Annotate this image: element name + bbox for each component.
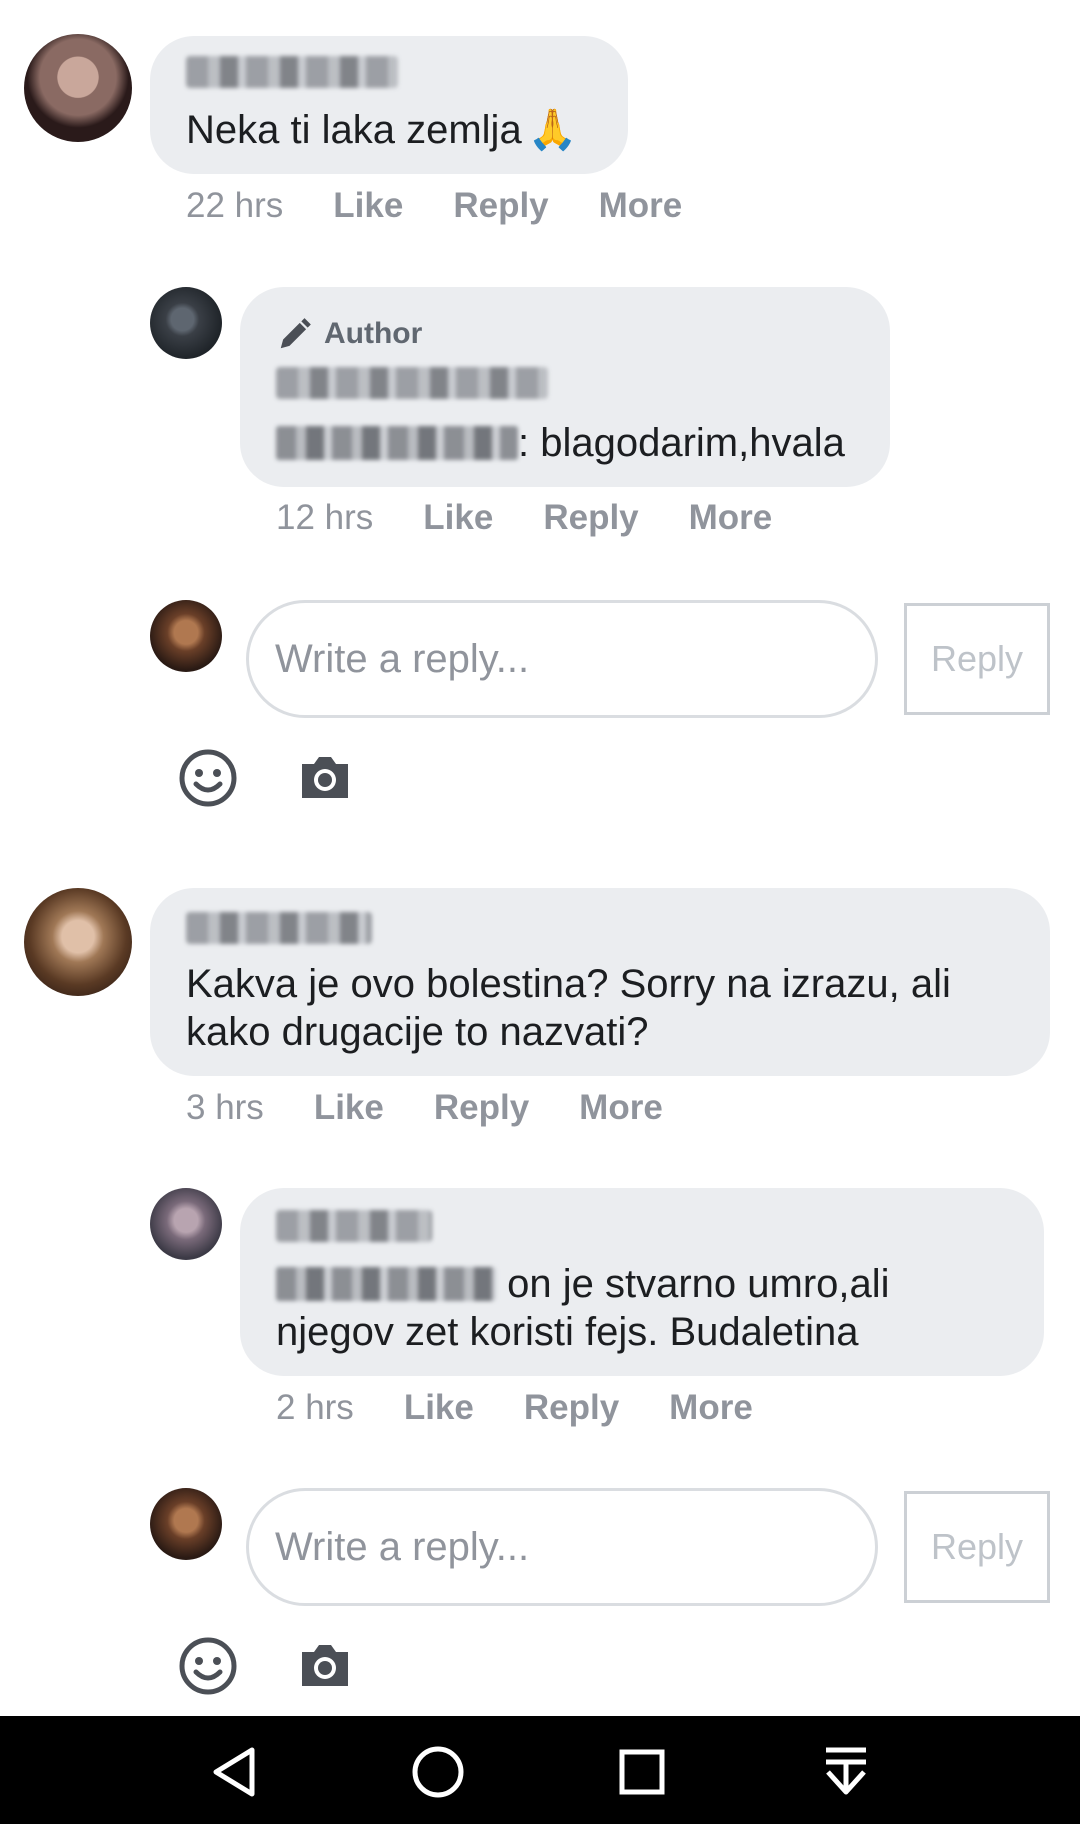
camera-icon[interactable] (298, 752, 352, 802)
pray-emoji-icon: 🙏 (527, 108, 578, 152)
pencil-icon (280, 318, 311, 349)
like-button[interactable]: Like (423, 498, 493, 538)
reply-button[interactable]: Reply (543, 498, 638, 538)
reply-button[interactable]: Reply (524, 1388, 619, 1428)
avatar[interactable] (150, 1188, 222, 1260)
comment-timestamp[interactable]: 3 hrs (186, 1088, 264, 1128)
reply-input[interactable] (246, 600, 878, 718)
comment-bubble: Neka ti laka zemlja 🙏 (150, 36, 628, 174)
recents-icon[interactable] (612, 1742, 672, 1802)
like-button[interactable]: Like (333, 186, 403, 226)
avatar[interactable] (24, 888, 132, 996)
avatar[interactable] (24, 34, 132, 142)
more-button[interactable]: More (599, 186, 683, 226)
comment-text: : blagodarim,hvala (276, 419, 845, 467)
home-icon[interactable] (408, 1742, 468, 1802)
comment-actions: 22 hrs Like Reply More (186, 186, 682, 226)
avatar[interactable] (150, 287, 222, 359)
comment-author-name[interactable] (186, 56, 398, 88)
reply-button[interactable]: Reply (453, 186, 548, 226)
more-button[interactable]: More (689, 498, 773, 538)
comment-timestamp[interactable]: 22 hrs (186, 186, 283, 226)
comment-author-name[interactable] (276, 1210, 432, 1242)
author-badge: Author (276, 315, 422, 353)
like-button[interactable]: Like (404, 1388, 474, 1428)
more-button[interactable]: More (669, 1388, 753, 1428)
comment-bubble: on je stvarno umro,ali njegov zet korist… (240, 1188, 1044, 1376)
mention-link[interactable] (276, 1267, 496, 1301)
smiley-icon[interactable] (178, 1636, 238, 1696)
back-icon[interactable] (204, 1742, 264, 1802)
comment-author-name[interactable] (276, 367, 548, 399)
current-user-avatar (150, 1488, 222, 1560)
more-button[interactable]: More (579, 1088, 663, 1128)
current-user-avatar (150, 600, 222, 672)
comment-bubble: Kakva je ovo bolestina? Sorry na izrazu,… (150, 888, 1050, 1076)
comment-bubble: Author : blagodarim,hvala (240, 287, 890, 487)
reply-button[interactable]: Reply (434, 1088, 529, 1128)
pull-down-icon[interactable] (816, 1742, 876, 1802)
comment-text: Kakva je ovo bolestina? Sorry na izrazu,… (186, 962, 951, 1054)
smiley-icon[interactable] (178, 748, 238, 808)
submit-reply-button[interactable]: Reply (904, 1491, 1050, 1603)
comment-timestamp[interactable]: 12 hrs (276, 498, 373, 538)
camera-icon[interactable] (298, 1640, 352, 1690)
comment-actions: 3 hrs Like Reply More (186, 1088, 663, 1128)
comment-text: on je stvarno umro,ali njegov zet korist… (276, 1262, 890, 1354)
comment-timestamp[interactable]: 2 hrs (276, 1388, 354, 1428)
comment-text: Neka ti laka zemlja 🙏 (186, 108, 578, 152)
comment-actions: 12 hrs Like Reply More (276, 498, 772, 538)
like-button[interactable]: Like (314, 1088, 384, 1128)
comment-actions: 2 hrs Like Reply More (276, 1388, 753, 1428)
submit-reply-button[interactable]: Reply (904, 603, 1050, 715)
comment-author-name[interactable] (186, 912, 372, 944)
mention-link[interactable] (276, 426, 518, 460)
system-navigation-bar (0, 1716, 1080, 1824)
reply-input[interactable] (246, 1488, 878, 1606)
